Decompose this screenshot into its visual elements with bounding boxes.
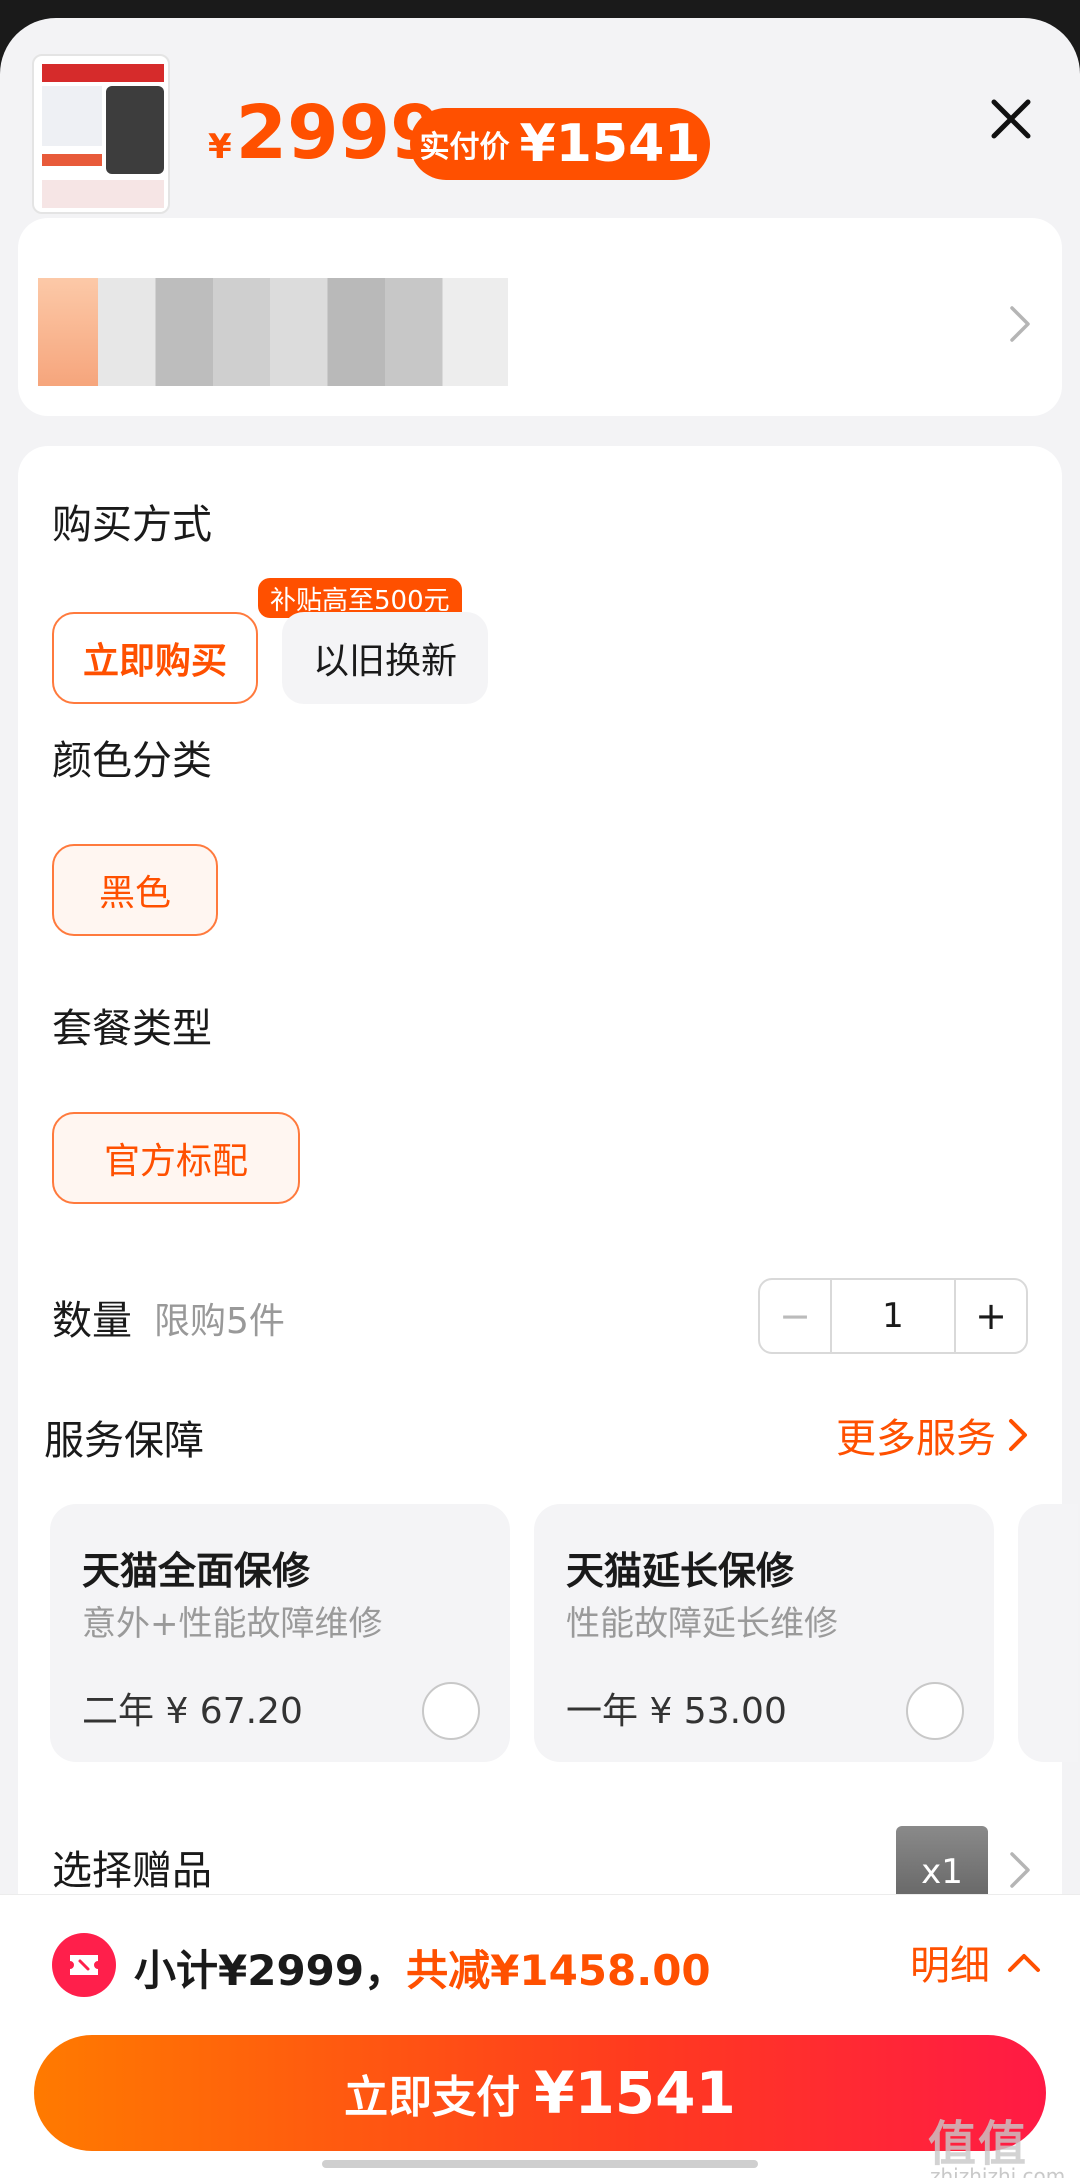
service-desc: 性能故障延长维修 [566,1604,838,1644]
quantity-plus-button[interactable]: + [954,1280,1026,1352]
options-card: 购买方式 补贴高至500元 立即购买 以旧换新 颜色分类 黑色 套餐类型 官方标… [18,446,1078,1966]
service-price: 一年 ¥ 53.00 [566,1691,787,1732]
option-buy-now[interactable]: 立即购买 [52,612,258,704]
package-title: 套餐类型 [52,1006,212,1052]
quantity-stepper: − 1 + [758,1278,1028,1354]
currency-symbol: ¥ [208,127,232,167]
service-card-peek[interactable] [1018,1504,1078,1762]
service-desc: 意外+性能故障维修 [82,1604,383,1644]
pay-now-label: 立即支付 [344,2072,521,2123]
buy-method-title: 购买方式 [52,502,212,548]
actual-price-badge: 实付价 ¥1541 [410,108,710,180]
blurred-address [38,278,98,386]
home-indicator[interactable] [322,2160,758,2168]
chevron-right-icon [1010,306,1030,342]
product-price: ¥ 2999 [208,96,442,170]
more-services-label: 更多服务 [836,1416,996,1462]
service-name: 天猫延长保修 [566,1549,795,1593]
chevron-right-icon[interactable] [1008,1850,1032,1890]
service-title: 服务保障 [44,1418,204,1464]
color-title: 颜色分类 [52,738,212,784]
sku-sheet: ¥ 2999 实付价 ¥1541 购买方式 补贴高至500元 立即购买 以旧换新… [0,18,1080,2178]
option-color-black[interactable]: 黑色 [52,844,218,936]
discount-text: 共减¥1458.00 [406,1946,711,1995]
quantity-value[interactable]: 1 [832,1280,954,1352]
close-icon[interactable] [988,96,1034,142]
quantity-title: 数量 [52,1298,132,1344]
gift-count: x1 [921,1852,963,1892]
actual-price-label: 实付价 [419,130,510,165]
subtotal-row: 小计¥2999， 共减¥1458.00 [134,1937,711,1998]
address-card[interactable] [18,218,1062,416]
service-name: 天猫全面保修 [82,1549,311,1593]
product-thumbnail[interactable] [32,54,170,214]
bottom-bar: 小计¥2999， 共减¥1458.00 明细 立即支付 ¥1541 [0,1894,1080,2178]
service-card-extended-warranty[interactable]: 天猫延长保修 性能故障延长维修 一年 ¥ 53.00 [534,1504,994,1762]
more-services-link[interactable]: 更多服务 [836,1406,1032,1464]
quantity-minus-button[interactable]: − [760,1280,832,1352]
coupon-icon [52,1933,116,1997]
service-radio[interactable] [422,1682,480,1740]
option-package-standard[interactable]: 官方标配 [52,1112,300,1204]
service-radio[interactable] [906,1682,964,1740]
detail-toggle[interactable]: 明细 [910,1933,1044,1991]
actual-price-value: ¥1541 [519,114,701,174]
detail-label: 明细 [910,1943,990,1989]
chevron-right-icon [1009,1419,1027,1451]
option-trade-in[interactable]: 以旧换新 [282,612,488,704]
pay-now-amount: ¥1541 [534,2059,736,2127]
subtotal-text: 小计¥2999， [134,1946,407,1995]
gift-title: 选择赠品 [52,1848,212,1894]
quantity-limit: 限购5件 [154,1301,285,1342]
watermark-url: zhizhizhi.com [930,2164,1066,2178]
pay-now-button[interactable]: 立即支付 ¥1541 [34,2035,1046,2151]
chevron-up-icon [1008,1954,1040,1972]
service-price: 二年 ¥ 67.20 [82,1691,303,1732]
service-card-full-warranty[interactable]: 天猫全面保修 意外+性能故障维修 二年 ¥ 67.20 [50,1504,510,1762]
